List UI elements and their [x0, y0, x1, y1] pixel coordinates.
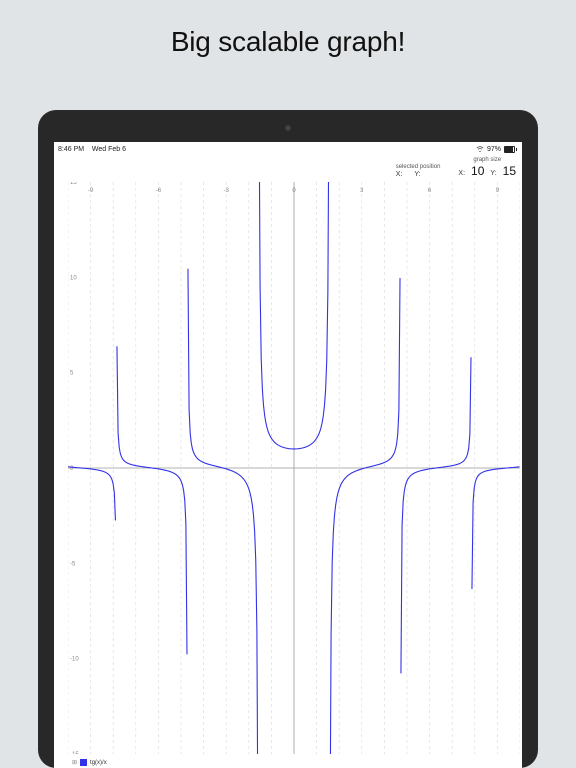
- status-bar: 8:46 PM Wed Feb 6 97%: [54, 142, 522, 156]
- gsize-x-value[interactable]: 10: [471, 164, 484, 178]
- status-date: Wed Feb 6: [92, 146, 126, 153]
- app-screen[interactable]: 8:46 PM Wed Feb 6 97% selected position …: [54, 142, 522, 768]
- graph-size-group: graph size X: 10 Y: 15: [458, 157, 516, 178]
- wifi-icon: [476, 145, 484, 153]
- selpos-y-label: Y:: [414, 171, 420, 178]
- status-battery: 97%: [487, 146, 501, 153]
- svg-text:10: 10: [70, 275, 77, 281]
- svg-text:-15: -15: [70, 752, 79, 754]
- legend: ⊞ tg(x)/x: [72, 759, 107, 766]
- svg-text:-9: -9: [88, 188, 94, 194]
- readout-bar: selected position X: Y: graph size X: 10…: [54, 156, 522, 178]
- legend-plus-icon[interactable]: ⊞: [72, 759, 77, 766]
- selpos-x-label: X:: [396, 171, 403, 178]
- svg-text:9: 9: [496, 188, 500, 194]
- svg-text:-10: -10: [70, 657, 79, 663]
- svg-text:-6: -6: [156, 188, 162, 194]
- camera-dot: [284, 124, 292, 132]
- legend-swatch: [80, 759, 87, 766]
- svg-text:0: 0: [292, 188, 296, 194]
- gsize-y-label: Y:: [490, 170, 496, 177]
- graph-size-title: graph size: [458, 157, 516, 163]
- plot-area[interactable]: -9-6-30369-15-10-5051015: [68, 182, 520, 754]
- svg-text:15: 15: [70, 182, 77, 186]
- legend-label: tg(x)/x: [90, 760, 107, 766]
- tablet-frame: 8:46 PM Wed Feb 6 97% selected position …: [38, 110, 538, 768]
- gsize-y-value[interactable]: 15: [503, 164, 516, 178]
- svg-text:6: 6: [428, 188, 432, 194]
- selected-position-group: selected position X: Y:: [396, 164, 441, 178]
- svg-text:3: 3: [360, 188, 364, 194]
- svg-text:5: 5: [70, 371, 74, 377]
- page-title: Big scalable graph!: [0, 0, 576, 58]
- selected-position-title: selected position: [396, 164, 441, 170]
- status-time: 8:46 PM: [58, 146, 84, 153]
- svg-text:-5: -5: [70, 561, 76, 567]
- battery-icon: [504, 146, 518, 153]
- plot-svg[interactable]: -9-6-30369-15-10-5051015: [68, 182, 520, 754]
- gsize-x-label: X:: [458, 170, 465, 177]
- svg-text:-3: -3: [224, 188, 230, 194]
